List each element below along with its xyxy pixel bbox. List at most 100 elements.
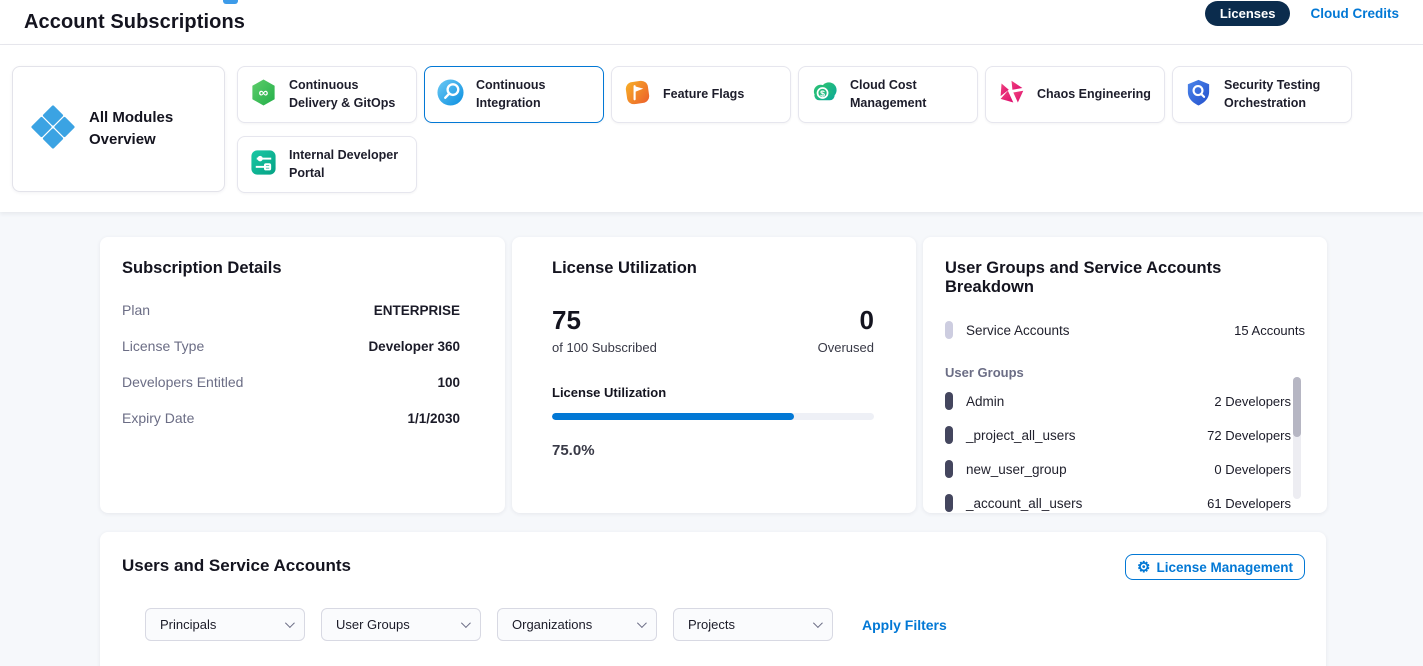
detail-row-expiry-date: Expiry Date 1/1/2030 (122, 410, 460, 426)
group-marker (945, 426, 953, 444)
module-tile-idp[interactable]: Internal Developer Portal (237, 136, 417, 193)
utilization-percent: 75.0% (552, 442, 874, 459)
module-tile-label: Security Testing Orchestration (1224, 77, 1340, 112)
user-group-row: new_user_group 0 Developers (945, 460, 1291, 478)
module-tile-cd-gitops[interactable]: ∞ Continuous Delivery & GitOps (237, 66, 417, 123)
detail-label: License Type (122, 338, 204, 354)
used-count: 75 (552, 306, 657, 335)
chaos-icon (997, 78, 1026, 112)
module-tiles-row-1: ∞ Continuous Delivery & GitOps Continuou… (237, 66, 1352, 123)
user-groups-heading: User Groups (945, 365, 1305, 380)
projects-dropdown[interactable]: Projects (673, 608, 833, 641)
all-modules-overview-card[interactable]: All Modules Overview (12, 66, 225, 192)
user-groups-dropdown[interactable]: User Groups (321, 608, 481, 641)
chevron-down-icon (285, 618, 295, 628)
user-group-row: Admin 2 Developers (945, 392, 1291, 410)
group-count: 2 Developers (1214, 394, 1291, 409)
svg-text:∞: ∞ (259, 85, 269, 100)
group-name: new_user_group (966, 462, 1067, 477)
module-tile-label: Feature Flags (663, 86, 744, 104)
feature-flags-icon (623, 78, 652, 112)
summary-cards-row: Subscription Details Plan ENTERPRISE Lic… (100, 237, 1423, 513)
used-count-block: 75 of 100 Subscribed (552, 306, 657, 355)
principals-dropdown[interactable]: Principals (145, 608, 305, 641)
tab-licenses[interactable]: Licenses (1205, 1, 1291, 26)
group-marker (945, 392, 953, 410)
all-modules-icon (30, 104, 76, 155)
module-tile-cloud-cost[interactable]: $ Cloud Cost Management (798, 66, 978, 123)
user-group-row: _project_all_users 72 Developers (945, 426, 1291, 444)
page-header: Account Subscriptions Licenses Cloud Cre… (0, 0, 1423, 45)
users-service-accounts-card: Users and Service Accounts ⚙ License Man… (100, 532, 1326, 666)
group-count: 72 Developers (1207, 428, 1291, 443)
module-tile-label: Continuous Integration (476, 77, 592, 112)
license-utilization-card: License Utilization 75 of 100 Subscribed… (512, 237, 916, 513)
detail-row-plan: Plan ENTERPRISE (122, 302, 460, 318)
overused-caption: Overused (818, 340, 874, 355)
service-accounts-value: 15 Accounts (1234, 323, 1305, 338)
svg-text:$: $ (820, 88, 825, 98)
module-tile-label: Continuous Delivery & GitOps (289, 77, 405, 112)
dropdown-label: Organizations (512, 617, 592, 632)
gear-icon: ⚙ (1137, 560, 1150, 575)
module-tile-security-testing[interactable]: Security Testing Orchestration (1172, 66, 1352, 123)
dropdown-label: User Groups (336, 617, 410, 632)
ci-icon (436, 78, 465, 112)
all-modules-overview-label: All Modules Overview (89, 107, 181, 151)
module-tile-label: Chaos Engineering (1037, 86, 1151, 104)
service-accounts-label: Service Accounts (966, 323, 1070, 338)
security-testing-icon (1184, 78, 1213, 112)
group-marker (945, 460, 953, 478)
license-management-button[interactable]: ⚙ License Management (1125, 554, 1305, 580)
license-management-label: License Management (1156, 560, 1293, 575)
detail-row-license-type: License Type Developer 360 (122, 338, 460, 354)
license-counts: 75 of 100 Subscribed 0 Overused (552, 306, 874, 355)
used-caption: of 100 Subscribed (552, 340, 657, 355)
content-area: Subscription Details Plan ENTERPRISE Lic… (0, 212, 1423, 666)
service-accounts-marker (945, 321, 953, 339)
license-utilization-title: License Utilization (552, 259, 874, 278)
organizations-dropdown[interactable]: Organizations (497, 608, 657, 641)
service-accounts-row: Service Accounts 15 Accounts (945, 321, 1305, 339)
breakdown-card: User Groups and Service Accounts Breakdo… (923, 237, 1327, 513)
detail-value: Developer 360 (368, 339, 460, 354)
detail-label: Expiry Date (122, 410, 194, 426)
user-groups-list: Admin 2 Developers _project_all_users 72… (945, 392, 1291, 512)
subscription-details-rows: Plan ENTERPRISE License Type Developer 3… (122, 302, 460, 426)
cloud-cost-icon: $ (810, 78, 839, 112)
group-marker (945, 494, 953, 512)
apply-filters-link[interactable]: Apply Filters (862, 617, 947, 633)
module-tiles: ∞ Continuous Delivery & GitOps Continuou… (237, 66, 1352, 212)
module-tile-feature-flags[interactable]: Feature Flags (611, 66, 791, 123)
breakdown-title: User Groups and Service Accounts Breakdo… (945, 259, 1305, 297)
filters-row: Principals User Groups Organizations Pro… (145, 608, 1304, 641)
scrollbar-track[interactable] (1293, 377, 1301, 499)
progress-bar-label: License Utilization (552, 385, 874, 400)
detail-label: Developers Entitled (122, 374, 243, 390)
group-name: Admin (966, 394, 1004, 409)
detail-value: 1/1/2030 (407, 411, 460, 426)
page-title: Account Subscriptions (24, 11, 245, 34)
overused-count-block: 0 Overused (818, 306, 874, 355)
chevron-down-icon (813, 618, 823, 628)
overused-count: 0 (818, 306, 874, 335)
subscription-details-card: Subscription Details Plan ENTERPRISE Lic… (100, 237, 505, 513)
license-progress-fill (552, 413, 794, 420)
header-tabs: Licenses Cloud Credits (1205, 1, 1399, 26)
tab-cloud-credits[interactable]: Cloud Credits (1310, 6, 1399, 21)
detail-value: 100 (437, 375, 460, 390)
user-group-row: _account_all_users 61 Developers (945, 494, 1291, 512)
detail-label: Plan (122, 302, 150, 318)
license-progress-track (552, 413, 874, 420)
group-count: 0 Developers (1214, 462, 1291, 477)
module-tile-chaos-engineering[interactable]: Chaos Engineering (985, 66, 1165, 123)
scrollbar-thumb[interactable] (1293, 377, 1301, 437)
group-name: _account_all_users (966, 496, 1082, 511)
detail-row-developers-entitled: Developers Entitled 100 (122, 374, 460, 390)
clipped-nav-indicator (223, 0, 238, 4)
module-tile-continuous-integration[interactable]: Continuous Integration (424, 66, 604, 123)
cd-gitops-icon: ∞ (249, 78, 278, 112)
dropdown-label: Principals (160, 617, 216, 632)
modules-band: All Modules Overview ∞ Continuous Delive… (0, 45, 1423, 212)
group-name: _project_all_users (966, 428, 1076, 443)
